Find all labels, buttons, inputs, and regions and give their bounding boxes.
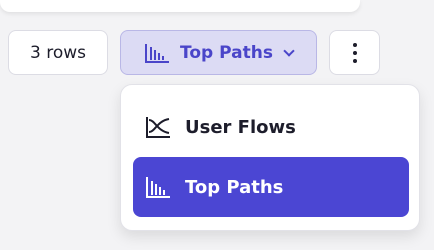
view-type-label: Top Paths	[180, 42, 273, 63]
view-type-dropdown[interactable]: Top Paths	[120, 30, 317, 75]
menu-item-top-paths[interactable]: Top Paths	[133, 157, 409, 217]
top-panel	[0, 0, 360, 12]
menu-item-user-flows[interactable]: User Flows	[133, 97, 409, 157]
bar-chart-icon	[144, 42, 170, 64]
more-options-button[interactable]	[329, 30, 380, 75]
menu-item-label: Top Paths	[185, 176, 284, 198]
vertical-ellipsis-icon	[352, 42, 357, 63]
bar-chart-icon	[145, 175, 171, 199]
rows-count-button[interactable]: 3 rows	[8, 30, 108, 75]
chevron-down-icon	[283, 44, 295, 57]
rows-count-label: 3 rows	[30, 42, 86, 63]
flows-icon	[145, 115, 171, 139]
view-type-menu: User Flows Top Paths	[120, 84, 420, 231]
menu-item-label: User Flows	[185, 116, 296, 138]
